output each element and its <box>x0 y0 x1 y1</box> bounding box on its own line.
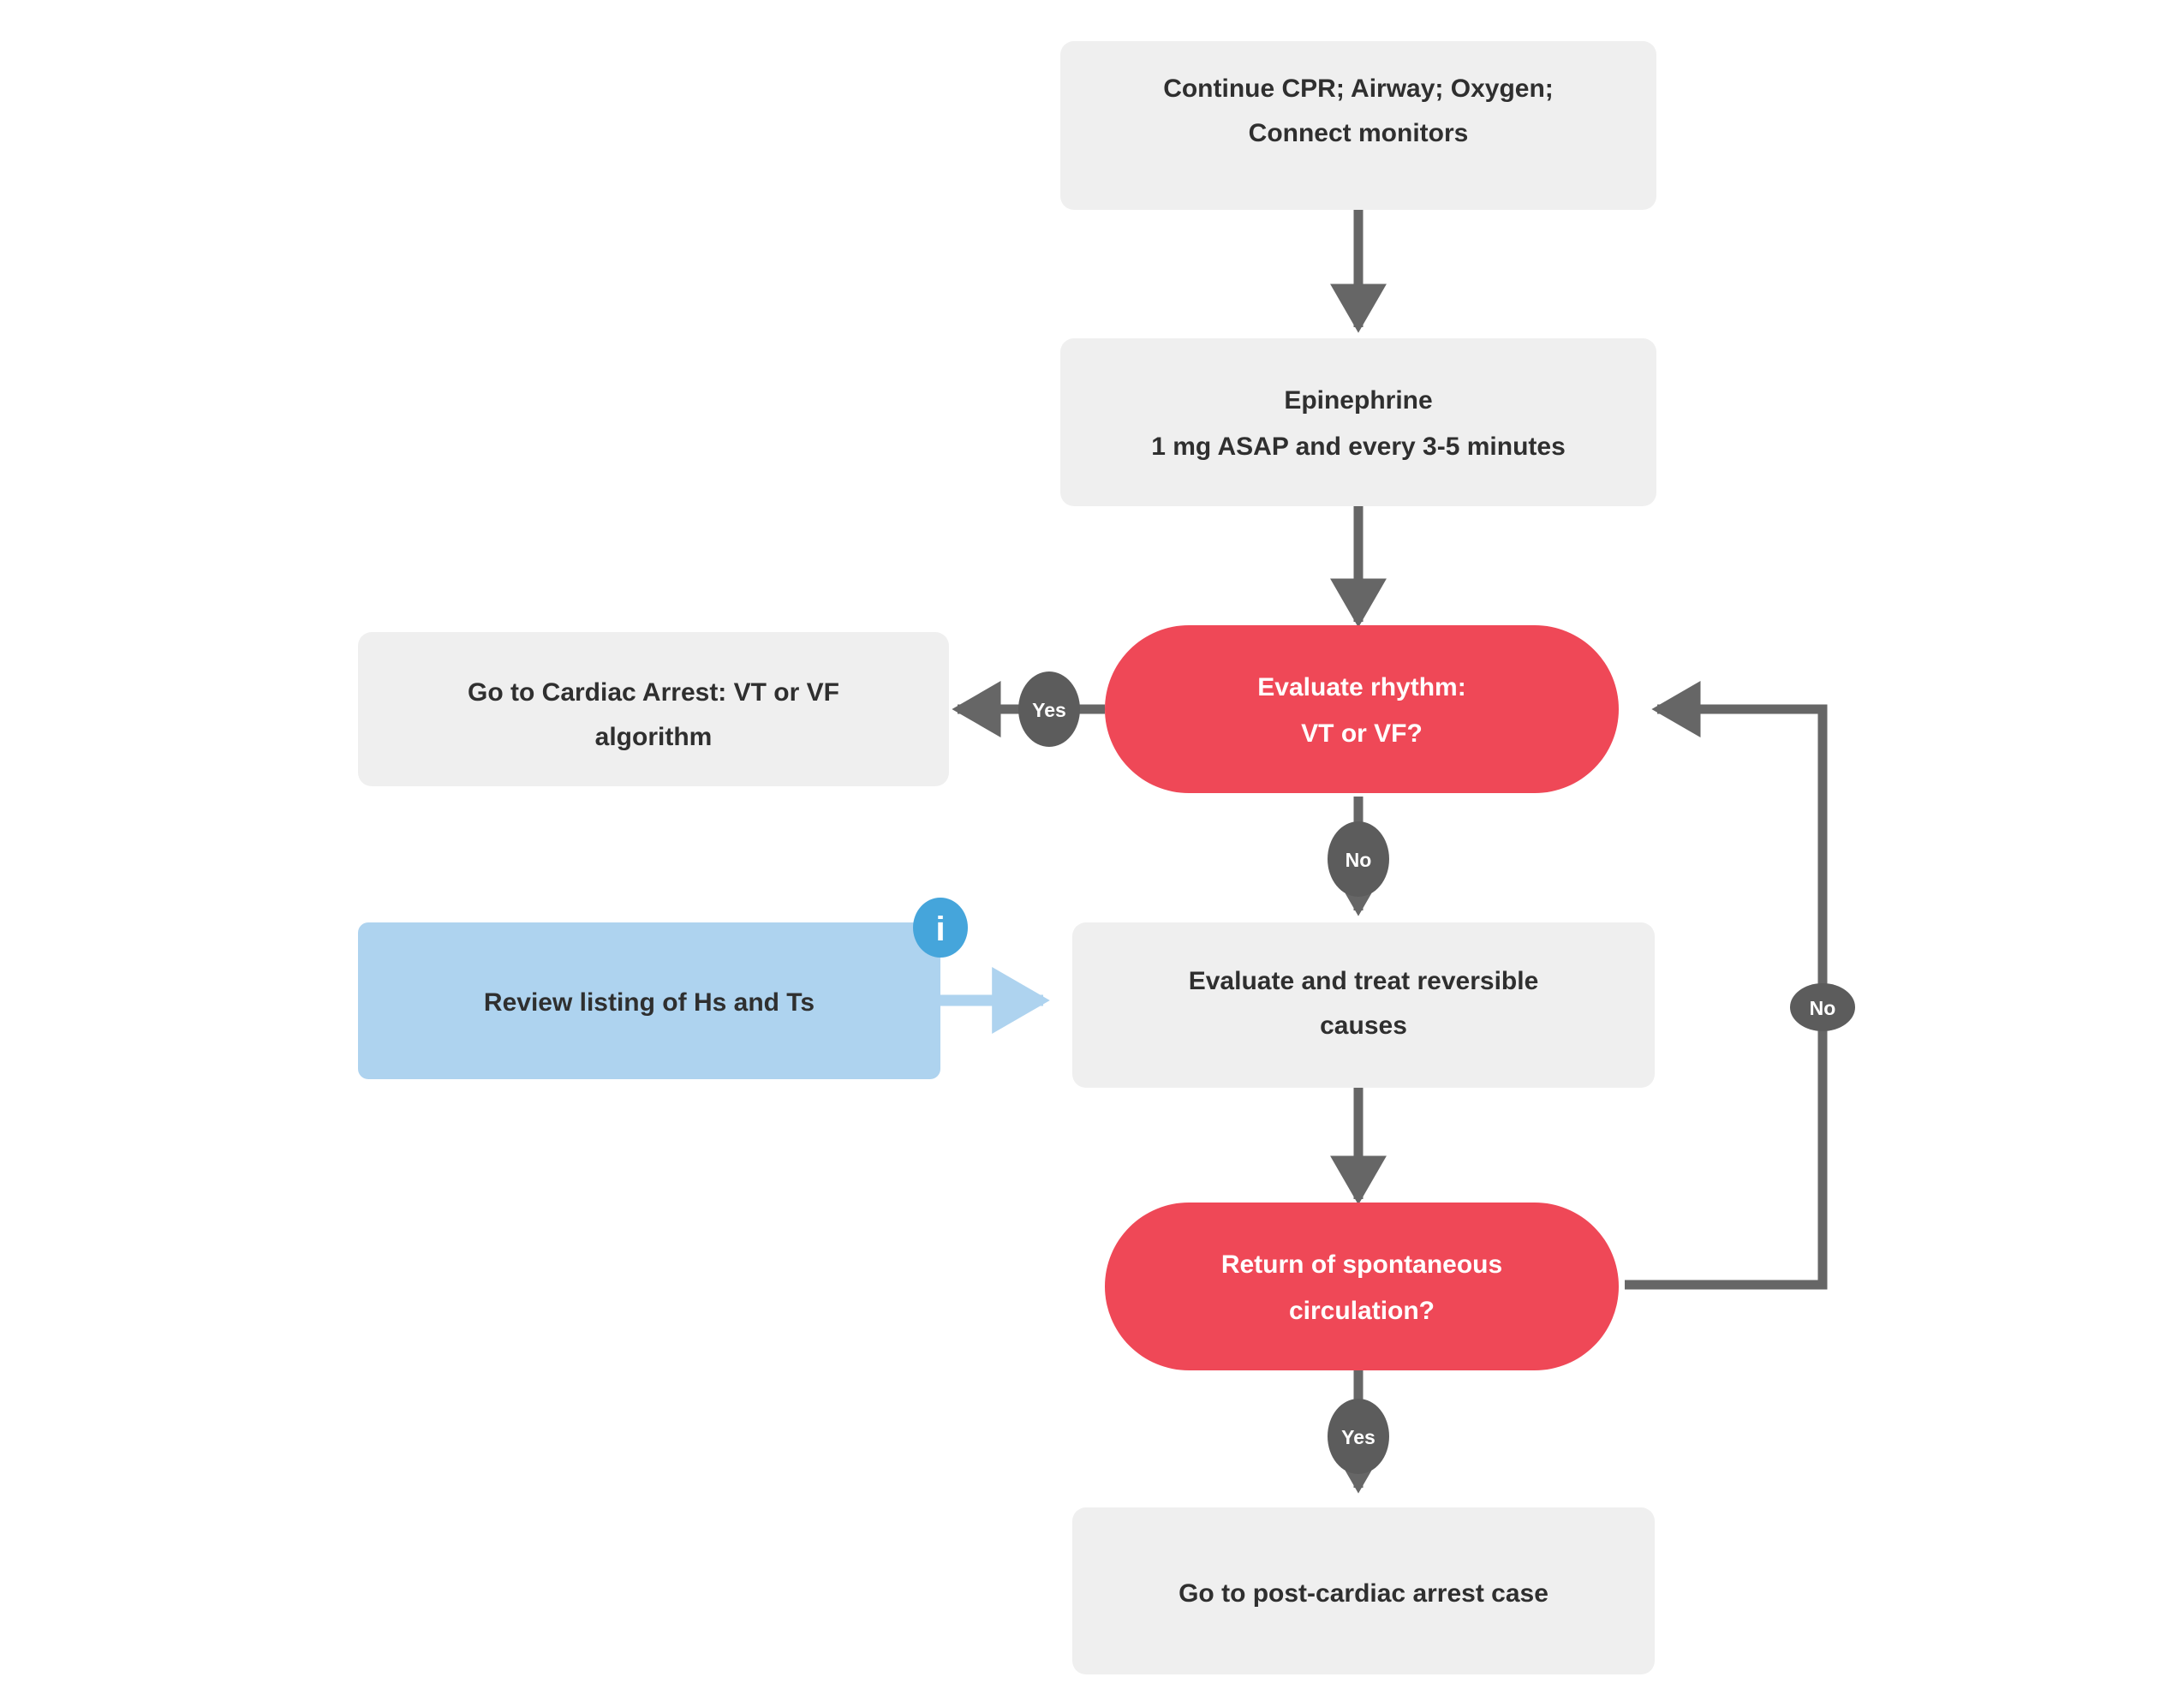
node-evaluate-rhythm-line2: VT or VF? <box>1301 719 1423 748</box>
node-goto-vt-vf-line1: Go to Cardiac Arrest: VT or VF <box>468 678 839 707</box>
node-continue-cpr-line1: Continue CPR; Airway; Oxygen; <box>1163 75 1554 103</box>
edge-label-rosc-no: No <box>1790 983 1855 1031</box>
edge-label-rosc-yes-text: Yes <box>1341 1426 1375 1448</box>
node-evaluate-rhythm[interactable]: Evaluate rhythm: VT or VF? <box>1105 625 1619 793</box>
node-continue-cpr[interactable]: Continue CPR; Airway; Oxygen; Connect mo… <box>1060 41 1656 210</box>
node-post-arrest[interactable]: Go to post-cardiac arrest case <box>1072 1507 1655 1674</box>
flowchart-svg: Continue CPR; Airway; Oxygen; Connect mo… <box>358 41 1855 1674</box>
node-continue-cpr-line2: Connect monitors <box>1249 119 1469 147</box>
edge-label-rosc-no-text: No <box>1810 997 1836 1019</box>
node-epinephrine-line2: 1 mg ASAP and every 3-5 minutes <box>1151 433 1566 461</box>
node-rosc-line1: Return of spontaneous <box>1221 1250 1502 1279</box>
node-rosc-line2: circulation? <box>1289 1297 1435 1325</box>
node-rosc[interactable]: Return of spontaneous circulation? <box>1105 1203 1619 1370</box>
node-post-arrest-label: Go to post-cardiac arrest case <box>1179 1579 1548 1608</box>
edge-label-rhythm-no: No <box>1328 821 1389 897</box>
node-reversible-causes-line2: causes <box>1320 1012 1407 1040</box>
node-epinephrine[interactable]: Epinephrine 1 mg ASAP and every 3-5 minu… <box>1060 338 1656 506</box>
node-review-hs-ts[interactable]: Review listing of Hs and Ts <box>358 922 940 1079</box>
info-icon-glyph: i <box>935 910 945 948</box>
node-goto-vt-vf-line2: algorithm <box>595 723 713 751</box>
node-review-hs-ts-label: Review listing of Hs and Ts <box>484 988 815 1017</box>
flowchart-canvas: Continue CPR; Airway; Oxygen; Connect mo… <box>0 0 2184 1695</box>
edge-label-rhythm-yes: Yes <box>1018 671 1080 747</box>
info-icon[interactable]: i <box>913 898 968 958</box>
edge-label-rhythm-yes-text: Yes <box>1032 699 1066 721</box>
node-reversible-causes-line1: Evaluate and treat reversible <box>1189 967 1539 995</box>
node-reversible-causes[interactable]: Evaluate and treat reversible causes <box>1072 922 1655 1088</box>
node-goto-vt-vf[interactable]: Go to Cardiac Arrest: VT or VF algorithm <box>358 632 949 786</box>
edge-label-rosc-yes: Yes <box>1328 1399 1389 1474</box>
node-evaluate-rhythm-line1: Evaluate rhythm: <box>1257 673 1465 701</box>
node-epinephrine-line1: Epinephrine <box>1284 386 1432 415</box>
edge-label-rhythm-no-text: No <box>1346 849 1372 871</box>
